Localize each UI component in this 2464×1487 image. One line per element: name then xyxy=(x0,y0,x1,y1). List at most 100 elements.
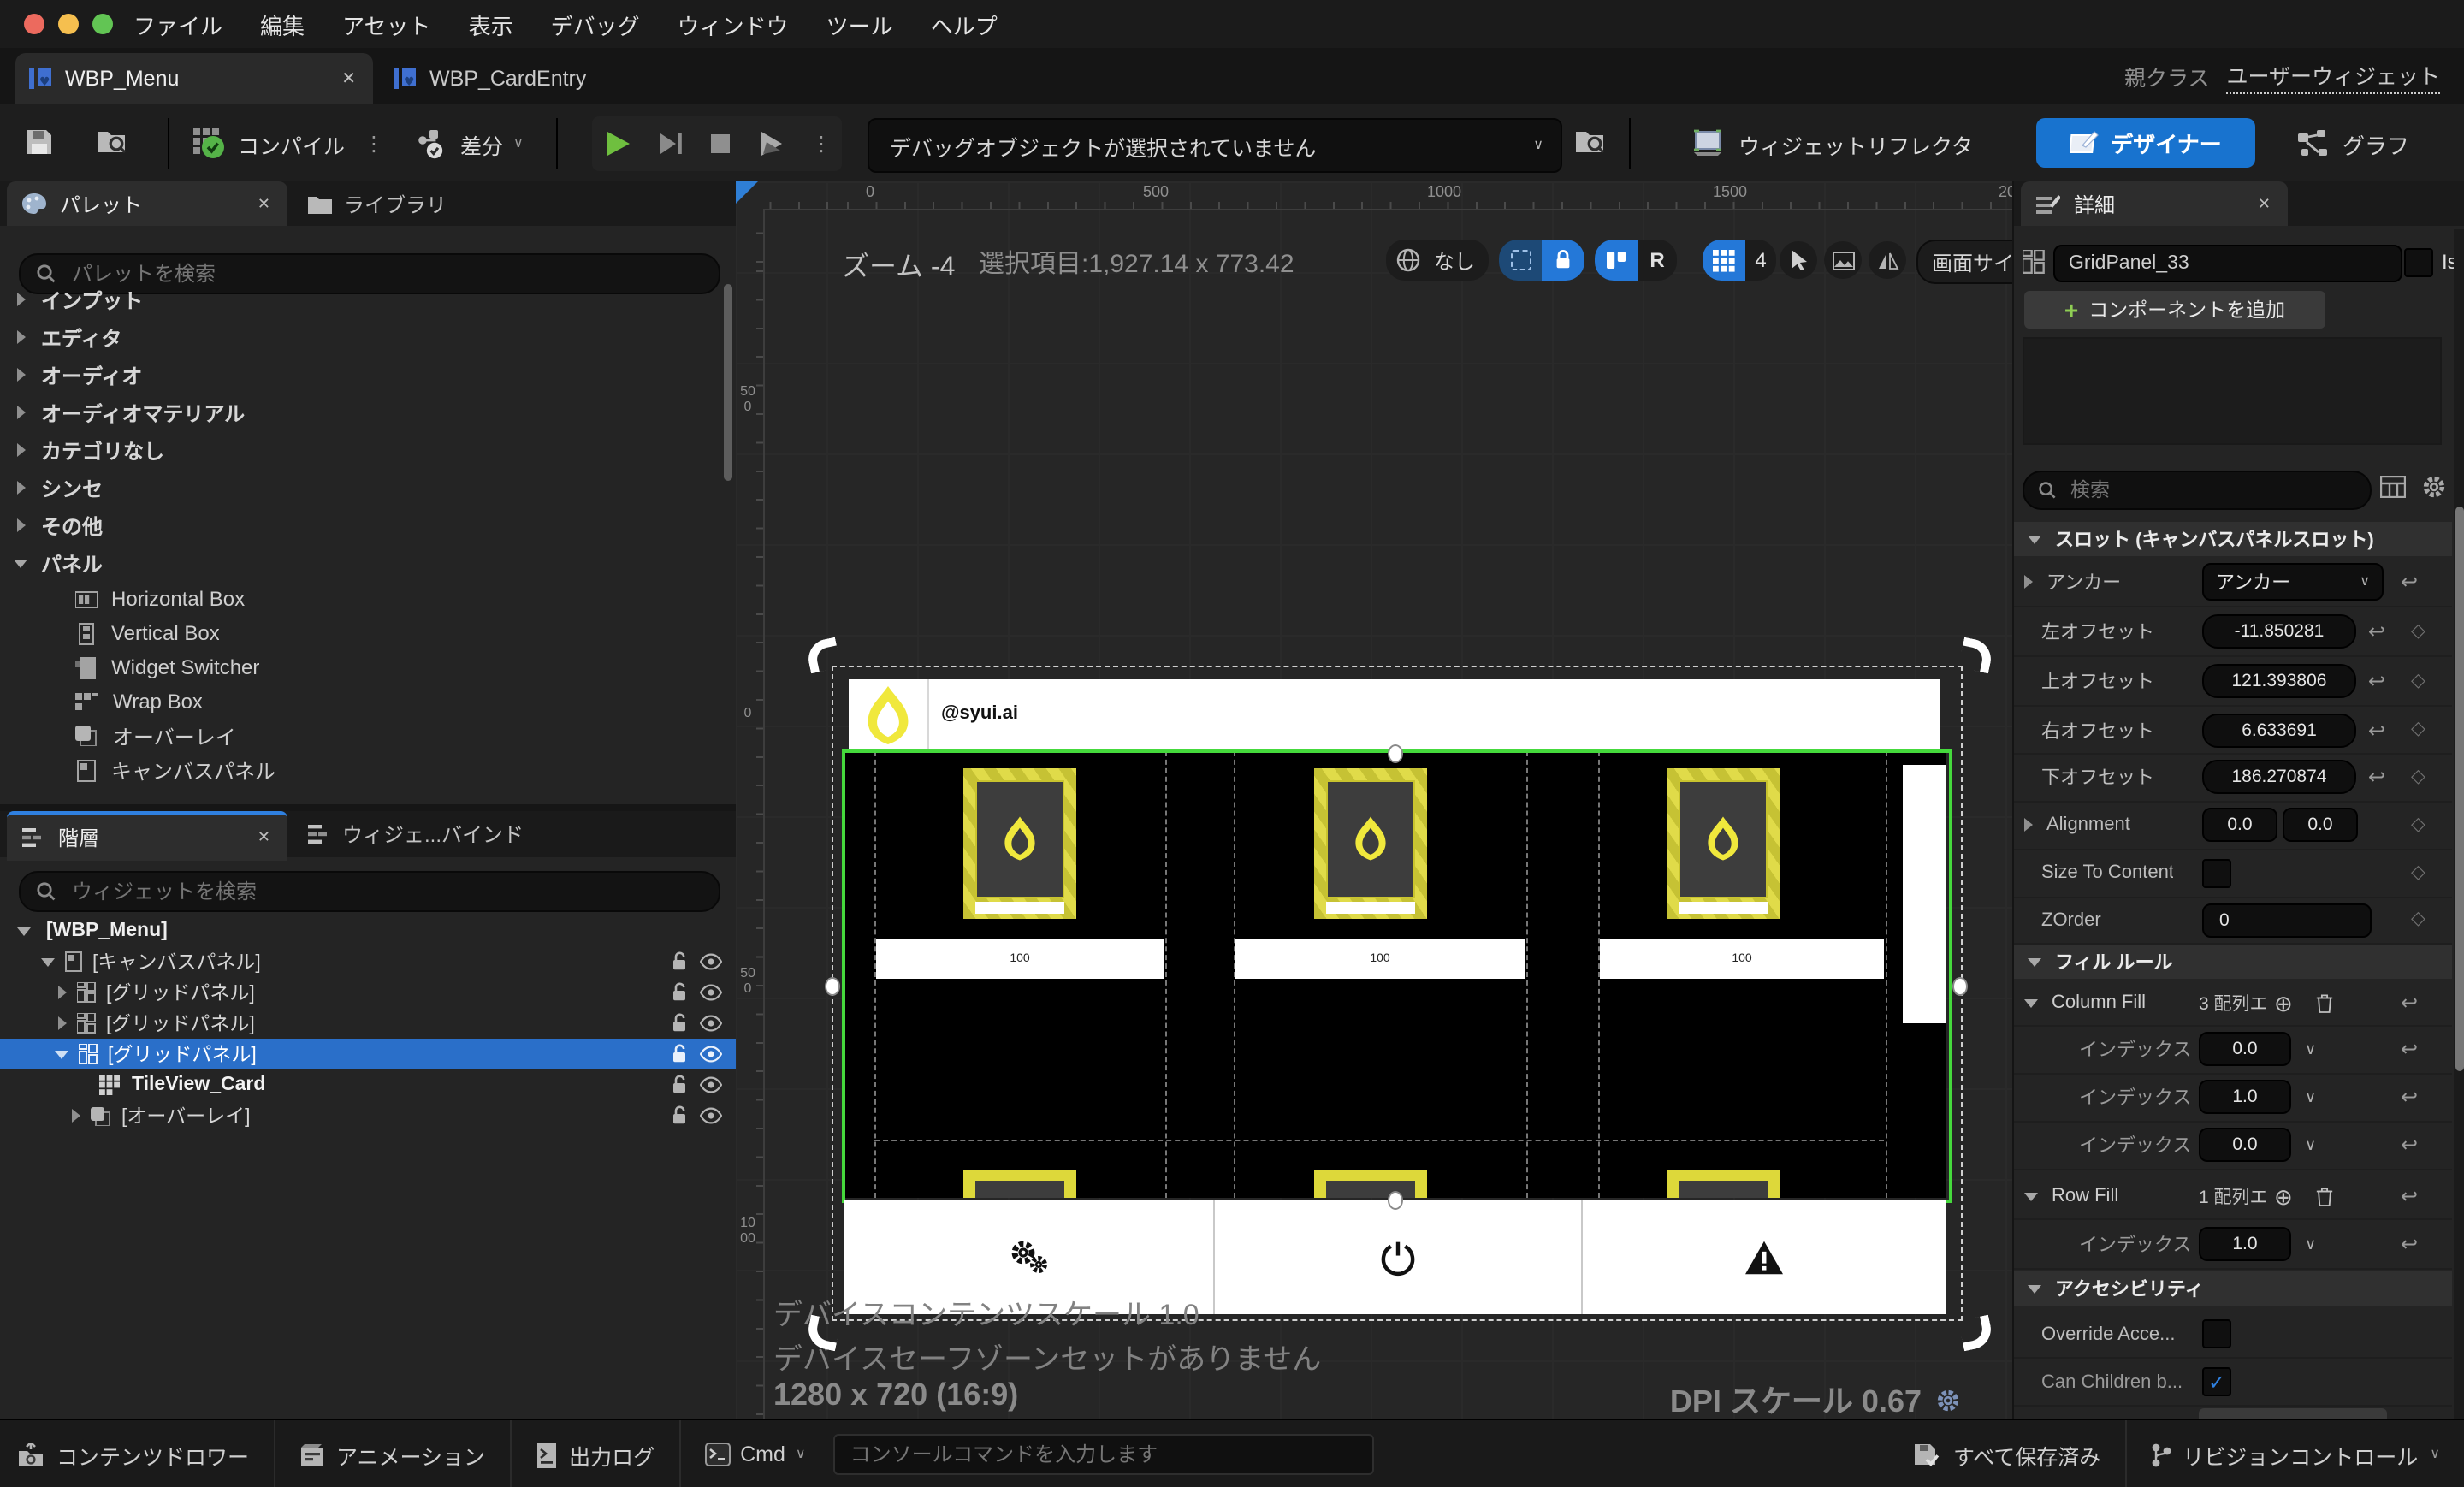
visibility-eye-icon[interactable] xyxy=(700,1015,722,1032)
palette-category-editor[interactable]: エディタ xyxy=(0,318,726,356)
palette-category-synth[interactable]: シンセ xyxy=(0,469,726,507)
bind-diamond-icon[interactable]: ◇ xyxy=(2411,862,2426,882)
palette-category-other[interactable]: その他 xyxy=(0,507,726,544)
tree-row-canvas-panel[interactable]: [キャンバスパネル] xyxy=(0,946,736,977)
settings-gear-icon[interactable] xyxy=(2421,474,2447,500)
tab-close-icon[interactable]: ✕ xyxy=(341,69,356,88)
palette-item-overlay[interactable]: オーバーレイ xyxy=(0,719,726,753)
offset-bottom-input[interactable] xyxy=(2202,760,2356,794)
card-entry[interactable] xyxy=(1667,768,1780,919)
selection-outline-lock-toggle[interactable] xyxy=(1499,240,1584,281)
visibility-eye-icon[interactable] xyxy=(700,1107,722,1124)
tab-details[interactable]: 詳細 ✕ xyxy=(2021,181,2288,226)
compile-options-icon[interactable]: ⋮ xyxy=(364,132,384,156)
details-search[interactable] xyxy=(2023,471,2372,510)
cmd-dropdown[interactable]: Cmd ∨ xyxy=(704,1443,806,1466)
designer-mode-button[interactable]: デザイナー xyxy=(2036,118,2255,168)
override-accessible-checkbox[interactable] xyxy=(2202,1319,2231,1348)
menu-debug[interactable]: デバッグ xyxy=(551,8,640,40)
menu-window[interactable]: ウィンドウ xyxy=(678,8,789,40)
palette-item-vertical-box[interactable]: Vertical Box xyxy=(0,616,726,650)
debug-browse-button[interactable] xyxy=(1574,127,1608,157)
bind-diamond-icon[interactable]: ◇ xyxy=(2411,671,2426,690)
tree-row-grid-panel-2[interactable]: [グリッドパネル] xyxy=(0,1008,736,1039)
power-button[interactable] xyxy=(1215,1200,1583,1314)
output-log-button[interactable]: 出力ログ xyxy=(535,1438,654,1471)
selection-outline-icon[interactable] xyxy=(1499,240,1542,281)
offset-top-input[interactable] xyxy=(2202,664,2356,698)
details-search-input[interactable] xyxy=(2067,478,2348,502)
add-element-icon[interactable]: ⊕ xyxy=(2274,992,2293,1014)
parent-class-link[interactable]: ユーザーウィジェット xyxy=(2226,58,2440,94)
tab-widget-bind[interactable]: ウィジェ...バインド xyxy=(294,811,534,857)
play-button[interactable] xyxy=(602,128,633,159)
details-scrollbar[interactable] xyxy=(2455,507,2464,1071)
index-dropdown-chevron-icon[interactable]: ∨ xyxy=(2305,1088,2316,1105)
play-options-icon[interactable]: ⋮ xyxy=(811,132,832,156)
bind-diamond-icon[interactable]: ◇ xyxy=(2411,909,2426,929)
grid-snap-toggle[interactable]: 4 xyxy=(1703,240,1776,281)
trash-icon[interactable] xyxy=(2315,1186,2334,1206)
traffic-light-zoom-icon[interactable] xyxy=(92,14,113,34)
alignment-x-input[interactable] xyxy=(2202,808,2277,842)
debug-object-dropdown[interactable]: デバッグオブジェクトが選択されていません ∨ xyxy=(868,118,1562,173)
tile-view-area[interactable]: 100 100 100 xyxy=(844,751,1946,1198)
reset-icon[interactable]: ↩ xyxy=(2368,621,2385,642)
column-index-input[interactable] xyxy=(2199,1128,2291,1162)
menu-edit[interactable]: 編集 xyxy=(260,8,305,40)
fill-rules-section-header[interactable]: フィル ルール xyxy=(2014,945,2452,979)
visibility-eye-icon[interactable] xyxy=(700,1046,722,1063)
palette-item-horizontal-box[interactable]: Horizontal Box xyxy=(0,582,726,616)
browse-asset-button[interactable] xyxy=(96,127,130,157)
stop-button[interactable] xyxy=(708,132,732,156)
tab-wbp-cardentry[interactable]: ♥ WBP_CardEntry xyxy=(380,53,619,104)
reset-icon[interactable]: ↩ xyxy=(2401,572,2418,592)
animation-button[interactable]: アニメーション xyxy=(299,1438,485,1471)
reset-icon[interactable]: ↩ xyxy=(2401,992,2418,1013)
tab-palette[interactable]: パレット ✕ xyxy=(7,181,287,226)
bind-diamond-icon[interactable]: ◇ xyxy=(2411,815,2426,834)
reset-icon[interactable]: ↩ xyxy=(2401,1087,2418,1107)
can-children-checkbox[interactable]: ✓ xyxy=(2202,1367,2231,1396)
traffic-light-close-icon[interactable] xyxy=(24,14,44,34)
flip-preview-button[interactable] xyxy=(1869,241,1906,279)
graph-mode-button[interactable]: グラフ xyxy=(2296,120,2409,168)
dpi-settings-gear-icon[interactable] xyxy=(1935,1387,1961,1413)
palette-category-uncategorized[interactable]: カテゴリなし xyxy=(0,431,726,469)
simulate-button[interactable] xyxy=(756,128,787,159)
alignment-y-input[interactable] xyxy=(2283,808,2358,842)
reset-icon[interactable]: ↩ xyxy=(2401,1234,2418,1254)
preview-background-button[interactable] xyxy=(1824,241,1862,279)
trash-icon[interactable] xyxy=(2315,992,2334,1013)
reset-icon[interactable]: ↩ xyxy=(2368,671,2385,691)
hierarchy-search-input[interactable] xyxy=(68,878,657,905)
traffic-light-minimize-icon[interactable] xyxy=(58,14,79,34)
visibility-eye-icon[interactable] xyxy=(700,984,722,1001)
palette-scrollbar[interactable] xyxy=(724,284,732,481)
canvas-header-bar[interactable]: @syui.ai xyxy=(849,679,1940,751)
lock-icon[interactable] xyxy=(1542,240,1584,281)
menu-view[interactable]: 表示 xyxy=(469,8,513,40)
selection-handle[interactable] xyxy=(1388,744,1403,763)
screen-size-dropdown[interactable]: 画面サイズ ∨ xyxy=(1916,240,2012,284)
diff-button[interactable]: 差分 ∨ xyxy=(416,120,524,168)
content-drawer-button[interactable]: コンテンツドロワー xyxy=(17,1438,249,1471)
frame-skip-button[interactable] xyxy=(657,130,684,157)
tree-row-wbp-menu[interactable]: [WBP_Menu] xyxy=(0,915,736,946)
column-index-input[interactable] xyxy=(2199,1080,2291,1114)
tab-hierarchy[interactable]: 階層 ✕ xyxy=(7,811,287,861)
offset-left-input[interactable] xyxy=(2202,614,2356,649)
console-command-input[interactable] xyxy=(832,1434,1374,1475)
display-filter-icon[interactable] xyxy=(2380,476,2406,498)
add-component-button[interactable]: + コンポーネントを追加 xyxy=(2024,291,2325,329)
selection-handle[interactable] xyxy=(825,977,840,996)
hierarchy-tab-close-icon[interactable]: ✕ xyxy=(258,828,270,847)
reset-icon[interactable]: ↩ xyxy=(2401,1186,2418,1206)
revision-control-dropdown[interactable]: リビジョンコントロール ∨ xyxy=(2150,1438,2440,1471)
palette-item-canvas-panel[interactable]: キャンバスパネル xyxy=(0,753,726,787)
reset-icon[interactable]: ↩ xyxy=(2401,1039,2418,1059)
tree-row-grid-panel-1[interactable]: [グリッドパネル] xyxy=(0,977,736,1008)
palette-category-audio-material[interactable]: オーディオマテリアル xyxy=(0,394,726,431)
menu-help[interactable]: ヘルプ xyxy=(931,8,998,40)
index-dropdown-chevron-icon[interactable]: ∨ xyxy=(2305,1040,2316,1057)
